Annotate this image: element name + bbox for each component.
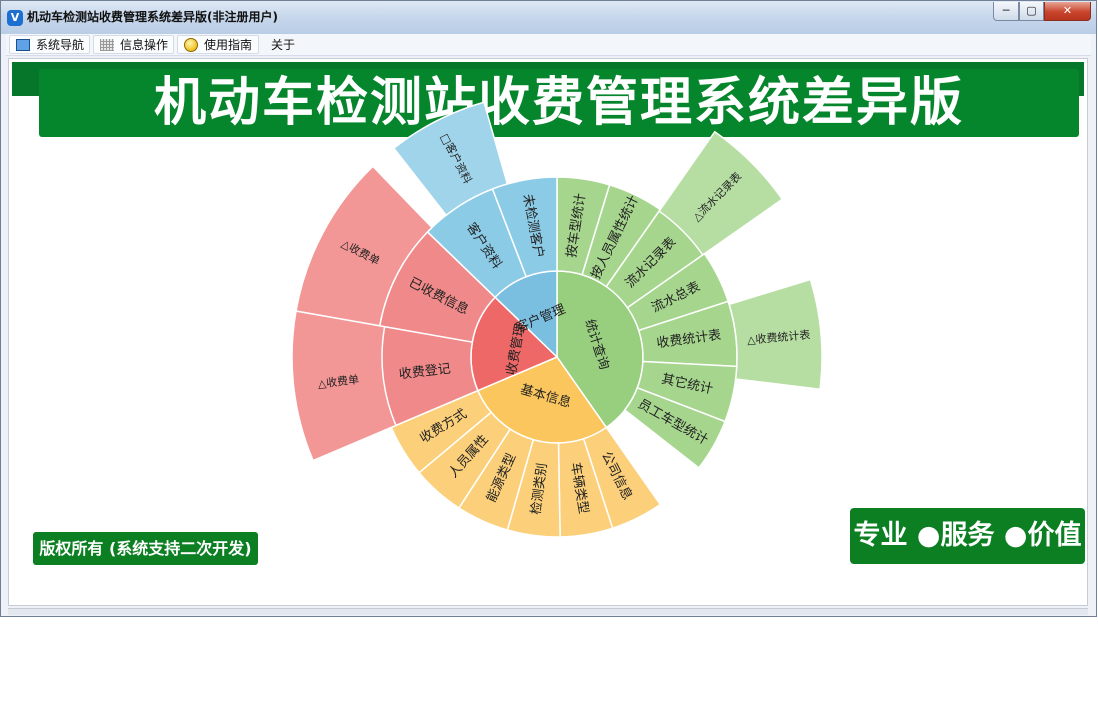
navigation-sunburst: 统计查询按车型统计 按人员属性统计流水记录表△流水记录表流水总表收费统计表 △收费统… <box>291 101 823 538</box>
